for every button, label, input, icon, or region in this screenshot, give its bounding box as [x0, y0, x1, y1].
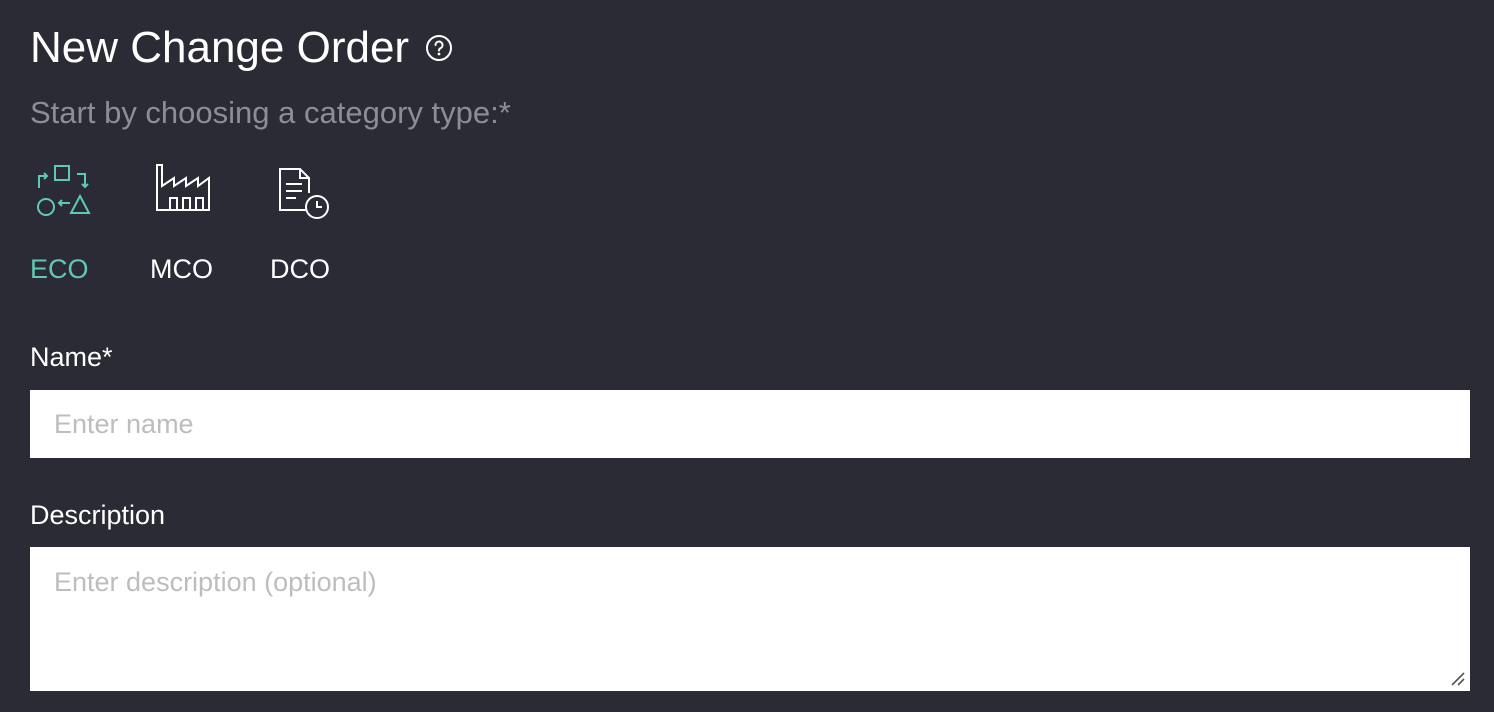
resize-handle-icon[interactable] [1448, 669, 1466, 687]
name-input[interactable] [30, 390, 1470, 458]
category-dco-option[interactable]: DCO [270, 160, 334, 286]
page-title: New Change Order [30, 23, 410, 72]
name-label: Name* [30, 342, 113, 372]
new-change-order-page: New Change Order Start by choosing a cat… [0, 0, 1494, 712]
description-textarea[interactable] [30, 547, 1470, 691]
category-eco-label: ECO [30, 254, 89, 284]
description-label: Description [30, 500, 166, 530]
category-dco-label: DCO [270, 254, 330, 284]
eco-process-icon [37, 165, 91, 216]
document-clock-icon [279, 168, 329, 219]
factory-icon [156, 164, 210, 211]
title-row: New Change Order [30, 20, 453, 76]
category-mco-option[interactable]: MCO [150, 160, 214, 286]
category-mco-label: MCO [150, 254, 213, 284]
category-eco-option[interactable]: ECO [30, 160, 94, 286]
help-icon[interactable] [425, 34, 453, 62]
category-selector: ECO MCO DCO [30, 160, 334, 286]
category-prompt: Start by choosing a category type:* [30, 95, 511, 130]
